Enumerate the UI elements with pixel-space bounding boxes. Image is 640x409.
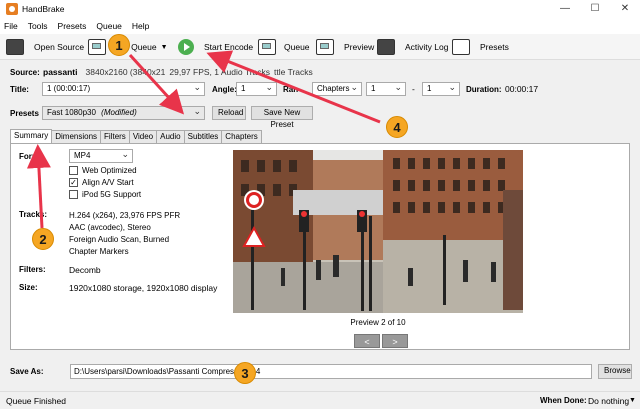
add-queue-icon [88, 39, 106, 55]
options-group: Web Optimized ✓ Align A/V Start iPod 5G S… [69, 166, 141, 202]
menu-help[interactable]: Help [132, 21, 149, 31]
menu-queue[interactable]: Queue [96, 21, 122, 31]
presets-icon [452, 39, 470, 55]
ipod-5g-checkbox[interactable]: iPod 5G Support [69, 190, 141, 199]
maximize-button[interactable]: ☐ [580, 0, 610, 18]
status-text: Queue Finished [6, 395, 67, 406]
activity-log-button[interactable]: Activity Log [377, 37, 448, 57]
filters-value: Decomb [69, 265, 101, 275]
status-bar: Queue Finished When Done: Do nothing ▼ [0, 391, 640, 409]
duration-label: Duration: [466, 84, 502, 94]
tab-dimensions[interactable]: Dimensions [51, 130, 102, 143]
film-clapper-icon [6, 39, 24, 55]
save-as-field[interactable]: D:\Users\parsi\Downloads\Passanti Compre… [70, 364, 592, 379]
track-subtitle: Foreign Audio Scan, Burned [69, 235, 170, 244]
when-done-value[interactable]: Do nothing [588, 396, 629, 406]
chevron-down-icon[interactable]: ▼ [629, 397, 636, 404]
handbrake-window: HandBrake — ☐ ✕ File Tools Presets Queue… [0, 0, 640, 409]
check-icon: ✓ [69, 178, 78, 187]
handbrake-logo-icon [6, 3, 18, 15]
preset-select[interactable]: Fast 1080p30 (Modified) [42, 105, 205, 120]
title-row: Title: 1 (00:00:17) Angle: 1 Ran Chapter… [0, 81, 640, 96]
tab-subtitles[interactable]: Subtitles [183, 130, 223, 143]
title-select[interactable]: 1 (00:00:17) [42, 81, 205, 96]
range-label: Ran [283, 84, 299, 94]
summary-panel: Form MP4 Web Optimized ✓Align A/V Start … [10, 143, 630, 350]
range-from-select[interactable]: 1 [366, 81, 406, 96]
range-to-select[interactable]: 1 [422, 81, 460, 96]
duration-value: 00:00:17 [505, 84, 539, 94]
source-info-tracks: ttle Tracks [274, 67, 313, 77]
queue-icon [258, 39, 276, 55]
menu-bar: File Tools Presets Queue Help [0, 18, 640, 34]
presets-row: Presets Fast 1080p30 (Modified) Reload S… [0, 105, 640, 129]
format-select[interactable]: MP4 [69, 148, 133, 163]
open-source-button[interactable]: Open Source [6, 37, 84, 57]
presets-label: Presets [10, 108, 39, 118]
tab-video[interactable]: Video [128, 130, 158, 143]
format-label: Form [19, 152, 39, 161]
callout-3: 3 [234, 362, 256, 384]
menu-file[interactable]: File [4, 21, 18, 31]
reload-button[interactable]: Reload [212, 106, 246, 120]
callout-4: 4 [386, 116, 408, 138]
preview-icon [316, 39, 334, 55]
minimize-button[interactable]: — [550, 0, 580, 18]
preview-button[interactable]: Preview [316, 37, 374, 57]
when-done-label: When Done: [540, 396, 587, 405]
source-info: 3840x2160 (3840x21 [85, 67, 166, 77]
size-value: 1920x1080 storage, 1920x1080 display [69, 283, 218, 293]
toolbar: Open Source o Queue ▼ Start Encode Queue… [0, 34, 640, 60]
tab-audio[interactable]: Audio [156, 130, 185, 143]
title-bar: HandBrake — ☐ ✕ [0, 0, 640, 18]
menu-presets[interactable]: Presets [58, 21, 87, 31]
presets-button[interactable]: Presets [452, 37, 509, 57]
menu-tools[interactable]: Tools [28, 21, 48, 31]
track-audio: AAC (avcodec), Stereo [69, 223, 151, 232]
play-icon [178, 39, 194, 55]
close-button[interactable]: ✕ [610, 0, 640, 18]
source-info-fps: 29,97 FPS, 1 Audio Tracks [169, 67, 271, 77]
callout-2: 2 [32, 228, 54, 250]
chevron-down-icon[interactable]: ▼ [161, 44, 168, 51]
range-type-select[interactable]: Chapters [312, 81, 362, 96]
range-separator: - [412, 84, 415, 94]
web-optimized-checkbox[interactable]: Web Optimized [69, 166, 141, 175]
preview-prev-button[interactable]: < [354, 334, 380, 348]
tab-bar: Summary Dimensions Filters Video Audio S… [10, 129, 262, 143]
save-as-label: Save As: [10, 367, 44, 376]
tracks-label: Tracks: [19, 210, 48, 219]
source-row: Source: passanti 3840x2160 (3840x21 29,9… [0, 66, 640, 78]
save-new-preset-button[interactable]: Save New Preset [251, 106, 313, 129]
angle-label: Angle: [212, 84, 237, 94]
angle-select[interactable]: 1 [236, 81, 277, 96]
preview-image [233, 150, 523, 313]
align-av-checkbox[interactable]: ✓ Align A/V Start [69, 178, 141, 187]
tab-chapters[interactable]: Chapters [221, 130, 262, 143]
source-label: Source: [10, 67, 40, 77]
callout-1: 1 [108, 34, 130, 56]
browse-button[interactable]: Browse [598, 364, 632, 379]
tracks-list: H.264 (x264), 23,976 FPS PFR AAC (avcode… [69, 210, 180, 258]
save-as-row: Save As: D:\Users\parsi\Downloads\Passan… [0, 364, 640, 379]
source-name: passanti [43, 67, 78, 77]
window-title: HandBrake [22, 4, 65, 14]
queue-button[interactable]: Queue [258, 37, 310, 57]
preview-next-button[interactable]: > [382, 334, 408, 348]
title-label: Title: [10, 84, 29, 94]
track-chapters: Chapter Markers [69, 247, 129, 256]
preview-caption: Preview 2 of 10 [350, 318, 406, 327]
tab-summary[interactable]: Summary [10, 129, 53, 143]
tab-filters[interactable]: Filters [100, 130, 130, 143]
size-label: Size: [19, 283, 38, 292]
filters-label: Filters: [19, 265, 46, 274]
track-video: H.264 (x264), 23,976 FPS PFR [69, 211, 181, 220]
activity-log-icon [377, 39, 395, 55]
street-scene-image [233, 150, 523, 313]
start-encode-button[interactable]: Start Encode [178, 37, 253, 57]
